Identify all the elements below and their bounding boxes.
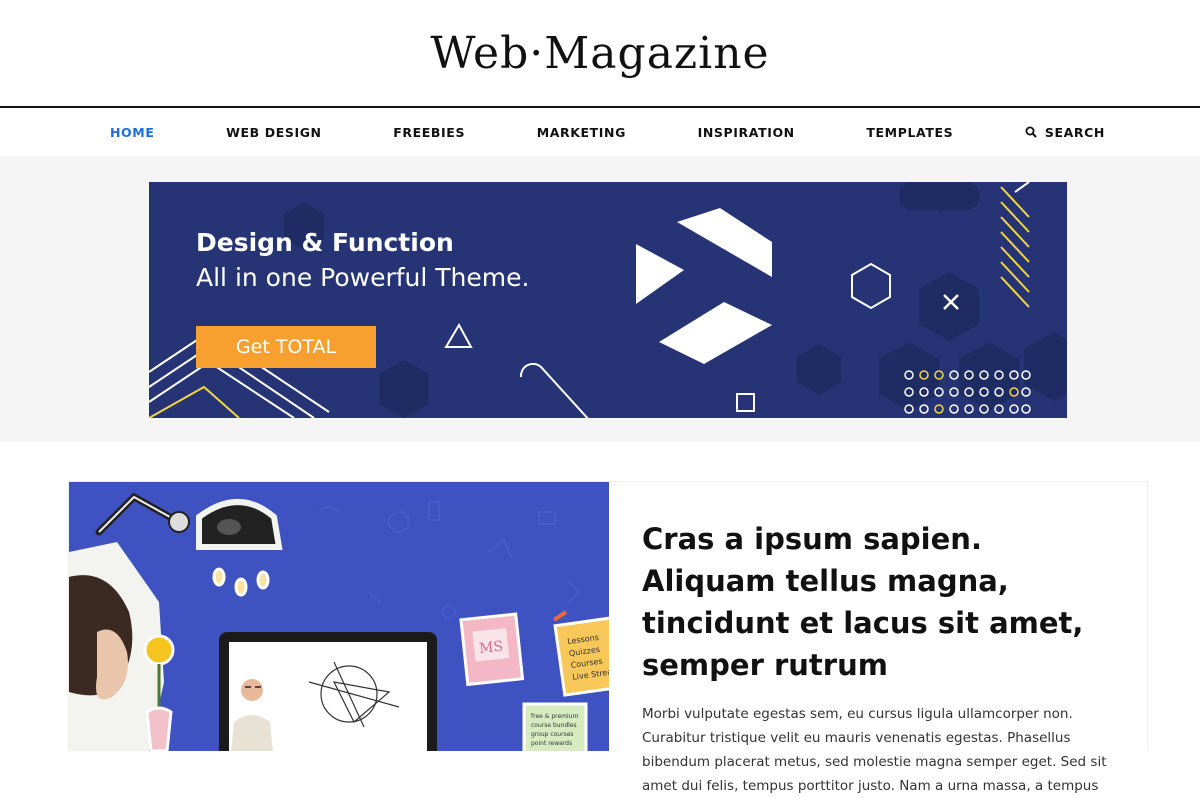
masthead: Web·Magazine	[0, 0, 1200, 108]
ad-banner[interactable]: Design & Function All in one Powerful Th…	[149, 182, 1067, 418]
list-line-3: group courses	[531, 731, 574, 738]
ad-headline: Design & Function	[196, 228, 454, 257]
post-illustration: MS Lessons Quizzes Courses Live Streams …	[69, 492, 609, 751]
featured-post: MS Lessons Quizzes Courses Live Streams …	[68, 481, 1148, 794]
nav-home[interactable]: HOME	[110, 125, 154, 140]
nav-templates[interactable]: TEMPLATES	[866, 125, 953, 140]
nav-search[interactable]: SEARCH	[1025, 125, 1105, 140]
main-nav: HOME WEB DESIGN FREEBIES MARKETING INSPI…	[0, 108, 1200, 156]
post-title[interactable]: Cras a ipsum sapien. Aliquam tellus magn…	[642, 518, 1113, 686]
get-total-button[interactable]: Get TOTAL	[196, 326, 376, 368]
post-image[interactable]: MS Lessons Quizzes Courses Live Streams …	[69, 482, 609, 751]
sticky-note-text: MS	[478, 639, 503, 657]
list-line-4: point rewards	[531, 740, 572, 747]
ad-graphics	[149, 182, 1067, 418]
post-excerpt: Morbi vulputate egestas sem, eu cursus l…	[642, 706, 1107, 794]
search-label: SEARCH	[1044, 124, 1105, 140]
nav-freebies[interactable]: FREEBIES	[393, 125, 465, 140]
nav-web-design[interactable]: WEB DESIGN	[226, 125, 322, 140]
list-line-2: course bundles	[531, 722, 577, 729]
search-icon	[1025, 126, 1037, 138]
ad-subheadline: All in one Powerful Theme.	[196, 263, 530, 292]
site-logo[interactable]: Web·Magazine	[430, 28, 769, 79]
nav-inspiration[interactable]: INSPIRATION	[698, 125, 795, 140]
post-body: Cras a ipsum sapien. Aliquam tellus magn…	[609, 482, 1147, 794]
nav-marketing[interactable]: MARKETING	[537, 125, 626, 140]
ad-band: Design & Function All in one Powerful Th…	[0, 156, 1200, 442]
list-line-1: free & premium	[531, 713, 578, 720]
